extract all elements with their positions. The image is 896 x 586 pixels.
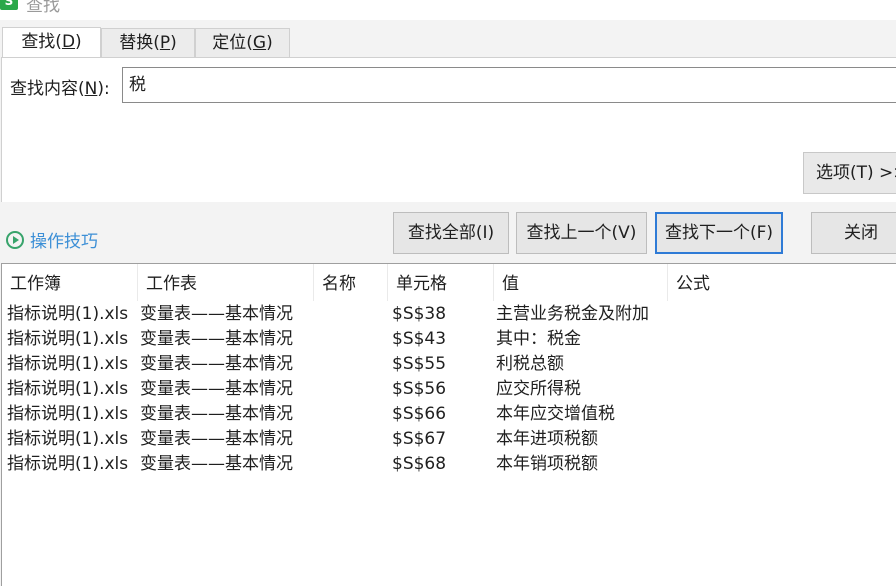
address-cell: $S$68 xyxy=(392,454,447,474)
find-content-label: 查找内容(N): xyxy=(10,74,110,99)
table-row[interactable]: 指标说明(1).xls 变量表——基本情况 $S$38 主营业务税金及附加 xyxy=(2,302,896,327)
address-cell: $S$38 xyxy=(392,304,447,324)
options-button[interactable]: 选项(T) >> xyxy=(803,152,896,194)
value-cell: 主营业务税金及附加 xyxy=(496,304,649,324)
sheet-cell: 变量表——基本情况 xyxy=(140,429,293,449)
address-cell: $S$43 xyxy=(392,329,447,349)
address-cell: $S$66 xyxy=(392,404,447,424)
tab-strip: 查找(D) 替换(P) 定位(G) xyxy=(0,20,896,58)
workbook-cell: 指标说明(1).xls xyxy=(7,329,129,349)
find-label-prefix: 查找内容( xyxy=(10,79,85,99)
column-header-value[interactable]: 值 xyxy=(494,264,668,301)
find-content-input[interactable]: 税 xyxy=(122,67,896,103)
sheet-cell: 变量表——基本情况 xyxy=(140,379,293,399)
column-header-name[interactable]: 名称 xyxy=(314,264,388,301)
play-circle-icon xyxy=(6,230,24,249)
tab-find-label: 查找( xyxy=(21,32,62,52)
results-table: 工作簿 工作表 名称 单元格 值 公式 指标说明(1).xls 变量表——基本情… xyxy=(1,263,896,586)
results-rows: 指标说明(1).xls 变量表——基本情况 $S$38 主营业务税金及附加 指标… xyxy=(2,302,896,477)
table-row[interactable]: 指标说明(1).xls 变量表——基本情况 $S$66 本年应交增值税 xyxy=(2,402,896,427)
title-bar: S 查找 xyxy=(0,0,896,20)
sheet-cell: 变量表——基本情况 xyxy=(140,354,293,374)
window-title: 查找 xyxy=(26,0,60,16)
workbook-cell: 指标说明(1).xls xyxy=(7,404,129,424)
find-previous-button[interactable]: 查找上一个(V) xyxy=(516,212,647,254)
close-button[interactable]: 关闭 xyxy=(811,212,896,254)
column-header-workbook[interactable]: 工作簿 xyxy=(2,264,138,301)
workbook-cell: 指标说明(1).xls xyxy=(7,304,129,324)
find-label-suffix: ): xyxy=(97,79,110,99)
sheet-cell: 变量表——基本情况 xyxy=(140,304,293,324)
value-cell: 本年应交增值税 xyxy=(496,404,615,424)
value-cell: 其中：税金 xyxy=(496,329,581,349)
tab-goto-accesskey: G xyxy=(252,33,267,53)
find-dialog: S 查找 查找(D) 替换(P) 定位(G) 查找内容(N): 税 选项(T) … xyxy=(0,0,896,586)
workbook-cell: 指标说明(1).xls xyxy=(7,354,129,374)
column-header-cell[interactable]: 单元格 xyxy=(388,264,494,301)
value-cell: 利税总额 xyxy=(496,354,564,374)
value-cell: 本年销项税额 xyxy=(496,454,598,474)
table-row[interactable]: 指标说明(1).xls 变量表——基本情况 $S$56 应交所得税 xyxy=(2,377,896,402)
find-panel: 查找内容(N): 税 选项(T) >> xyxy=(1,57,896,202)
sheet-cell: 变量表——基本情况 xyxy=(140,404,293,424)
address-cell: $S$56 xyxy=(392,379,447,399)
tab-goto-label-tail: ) xyxy=(266,33,273,53)
workbook-cell: 指标说明(1).xls xyxy=(7,379,129,399)
value-cell: 本年进项税额 xyxy=(496,429,598,449)
tab-goto[interactable]: 定位(G) xyxy=(195,28,290,57)
sheet-cell: 变量表——基本情况 xyxy=(140,454,293,474)
table-row[interactable]: 指标说明(1).xls 变量表——基本情况 $S$68 本年销项税额 xyxy=(2,452,896,477)
address-cell: $S$55 xyxy=(392,354,447,374)
find-label-accesskey: N xyxy=(84,79,98,99)
tips-link[interactable]: 操作技巧 xyxy=(6,227,98,252)
results-header: 工作簿 工作表 名称 单元格 值 公式 xyxy=(2,264,896,301)
tab-find[interactable]: 查找(D) xyxy=(2,27,101,58)
tab-replace-label: 替换( xyxy=(119,33,160,53)
table-row[interactable]: 指标说明(1).xls 变量表——基本情况 $S$43 其中：税金 xyxy=(2,327,896,352)
tab-find-label-tail: ) xyxy=(75,32,82,52)
address-cell: $S$67 xyxy=(392,429,447,449)
column-header-formula[interactable]: 公式 xyxy=(668,264,896,301)
tab-replace-accesskey: P xyxy=(159,33,171,53)
find-next-button[interactable]: 查找下一个(F) xyxy=(655,212,783,254)
table-row[interactable]: 指标说明(1).xls 变量表——基本情况 $S$55 利税总额 xyxy=(2,352,896,377)
column-header-sheet[interactable]: 工作表 xyxy=(138,264,314,301)
tab-replace[interactable]: 替换(P) xyxy=(101,28,195,57)
workbook-cell: 指标说明(1).xls xyxy=(7,454,129,474)
tab-replace-label-tail: ) xyxy=(170,33,177,53)
tips-label: 操作技巧 xyxy=(30,232,98,252)
find-all-button[interactable]: 查找全部(I) xyxy=(393,212,509,254)
spreadsheet-app-icon: S xyxy=(0,0,18,10)
table-row[interactable]: 指标说明(1).xls 变量表——基本情况 $S$67 本年进项税额 xyxy=(2,427,896,452)
value-cell: 应交所得税 xyxy=(496,379,581,399)
sheet-cell: 变量表——基本情况 xyxy=(140,329,293,349)
tab-goto-label: 定位( xyxy=(212,33,253,53)
tab-find-accesskey: D xyxy=(61,32,76,52)
workbook-cell: 指标说明(1).xls xyxy=(7,429,129,449)
